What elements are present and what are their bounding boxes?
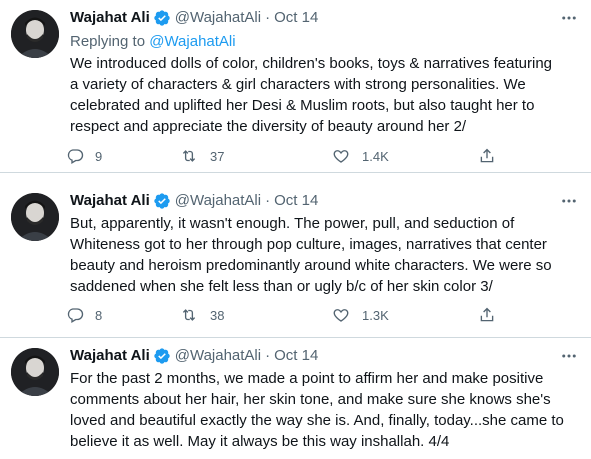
separator-dot: · — [265, 347, 271, 364]
author-handle[interactable]: @WajahatAli — [175, 191, 261, 211]
reply-button[interactable]: 8 — [66, 305, 102, 325]
reply-count: 8 — [95, 307, 103, 323]
tweet-3[interactable]: Wajahat Ali @WajahatAli · Oct 14 For the… — [0, 338, 591, 459]
tweet-header: Wajahat Ali @WajahatAli · Oct 14 — [70, 346, 318, 366]
more-options-button[interactable] — [559, 346, 579, 366]
more-options-button[interactable] — [559, 8, 579, 28]
reply-count: 9 — [95, 148, 103, 164]
avatar[interactable] — [11, 10, 59, 58]
tweet-text-line: saddened when she felt less than or ugly… — [70, 278, 493, 295]
share-button[interactable] — [478, 146, 496, 166]
more-dots-icon — [562, 199, 576, 203]
tweet-text-line: loved and beautiful exactly the way she … — [70, 412, 564, 429]
author-name[interactable]: Wajahat Ali — [70, 191, 150, 211]
tweet-text-line: comments about her hair, her skin tone, … — [70, 391, 551, 408]
timestamp[interactable]: Oct 14 — [274, 346, 318, 366]
replying-to: Replying to @WajahatAli — [70, 32, 236, 52]
author-name[interactable]: Wajahat Ali — [70, 346, 150, 366]
avatar[interactable] — [11, 348, 59, 396]
reply-button[interactable]: 9 — [66, 146, 102, 166]
retweet-count: 38 — [210, 307, 225, 323]
timestamp[interactable]: Oct 14 — [274, 191, 318, 211]
tweet-1[interactable]: Wajahat Ali @WajahatAli · Oct 14 Replyin… — [0, 0, 591, 173]
retweet-count: 37 — [210, 148, 225, 164]
author-handle[interactable]: @WajahatAli — [175, 346, 261, 366]
reply-bubble-icon — [67, 149, 84, 164]
avatar-photo — [11, 10, 59, 58]
more-dots-icon — [562, 16, 576, 20]
tweet-text-line: beauty and heroism predominantly around … — [70, 257, 552, 274]
avatar-photo — [11, 193, 59, 241]
retweet-icon — [182, 309, 196, 321]
replying-to-label: Replying to — [70, 33, 146, 50]
tweet-text-line: For the past 2 months, we made a point t… — [70, 370, 544, 387]
like-button[interactable]: 1.4K — [331, 146, 389, 166]
timestamp[interactable]: Oct 14 — [274, 8, 318, 28]
like-count: 1.3K — [362, 307, 389, 323]
replying-to-mention[interactable]: @WajahatAli — [149, 33, 235, 50]
tweet-actions: 8 38 1.3K — [66, 305, 506, 325]
retweet-button[interactable]: 38 — [179, 305, 224, 325]
like-count: 1.4K — [362, 148, 389, 164]
tweet-text-line: a variety of characters & girl character… — [70, 76, 526, 93]
tweet-text-line: Whiteness got to her through pop culture… — [70, 236, 547, 253]
heart-icon — [333, 150, 349, 163]
avatar-photo — [11, 348, 59, 396]
tweet-text-line: celebrated and uplifted her Desi & Musli… — [70, 97, 535, 114]
retweet-icon — [182, 150, 196, 162]
reply-bubble-icon — [67, 308, 84, 323]
share-icon — [480, 148, 494, 163]
tweet-text: For the past 2 months, we made a point t… — [70, 368, 578, 452]
avatar[interactable] — [11, 193, 59, 241]
tweet-header: Wajahat Ali @WajahatAli · Oct 14 — [70, 191, 318, 211]
tweet-text: But, apparently, it wasn't enough. The p… — [70, 213, 578, 297]
author-name[interactable]: Wajahat Ali — [70, 8, 150, 28]
tweet-text-line: But, apparently, it wasn't enough. The p… — [70, 215, 515, 232]
separator-dot: · — [265, 9, 271, 26]
verified-badge-icon — [153, 347, 171, 365]
tweet-text: We introduced dolls of color, children's… — [70, 53, 578, 137]
retweet-button[interactable]: 37 — [179, 146, 224, 166]
separator-dot: · — [265, 192, 271, 209]
tweet-2[interactable]: Wajahat Ali @WajahatAli · Oct 14 But, ap… — [0, 183, 591, 338]
tweet-text-line: We introduced dolls of color, children's… — [70, 55, 552, 72]
tweet-actions: 9 37 1.4K — [66, 146, 506, 166]
verified-badge-icon — [153, 9, 171, 27]
share-button[interactable] — [478, 305, 496, 325]
author-handle[interactable]: @WajahatAli — [175, 8, 261, 28]
verified-badge-icon — [153, 192, 171, 210]
more-dots-icon — [562, 354, 576, 358]
tweet-text-line: respect and appreciate the diversity of … — [70, 118, 467, 135]
heart-icon — [333, 309, 349, 322]
tweet-header: Wajahat Ali @WajahatAli · Oct 14 — [70, 8, 318, 28]
more-options-button[interactable] — [559, 191, 579, 211]
like-button[interactable]: 1.3K — [331, 305, 389, 325]
tweet-text-line: believe it as well. May it always be thi… — [70, 433, 450, 450]
share-icon — [480, 307, 494, 322]
